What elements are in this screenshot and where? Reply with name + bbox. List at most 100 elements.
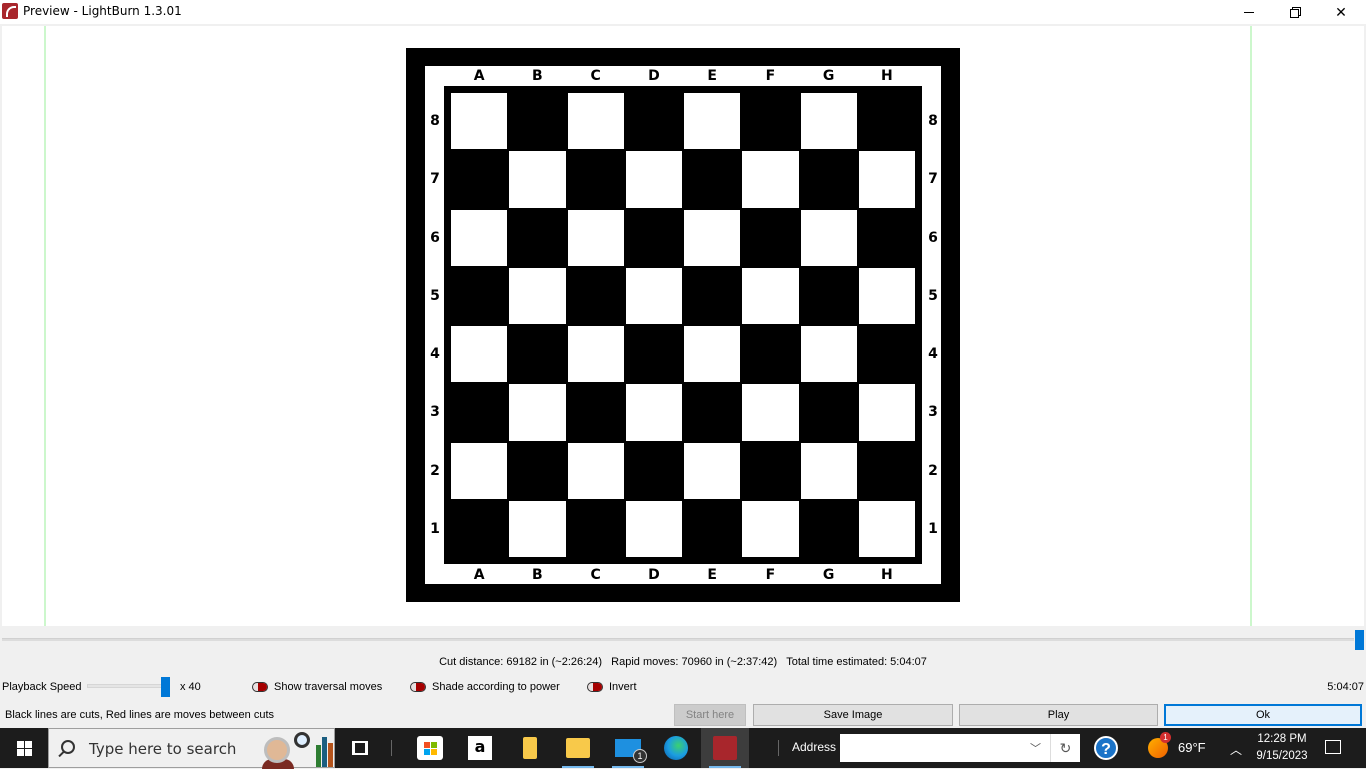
playback-position-slider[interactable] (2, 630, 1364, 650)
square-d6 (624, 208, 683, 267)
taskbar-separator (391, 740, 392, 756)
square-e2 (684, 442, 741, 499)
square-a4 (451, 326, 508, 383)
amazon-button[interactable]: a (456, 728, 504, 768)
minimize-button[interactable] (1226, 0, 1272, 24)
shade-according-to-power-label: Shade according to power (432, 681, 560, 693)
elapsed-time: 5:04:07 (1327, 681, 1364, 693)
square-c7 (566, 150, 625, 209)
legend-hint: Black lines are cuts, Red lines are move… (5, 709, 275, 721)
windows-logo-icon (16, 740, 32, 756)
lightburn-icon (713, 736, 737, 760)
file-explorer-button[interactable] (554, 728, 602, 768)
rank-label-right: 4 (928, 346, 938, 363)
rank-label-right: 1 (928, 520, 938, 537)
square-f6 (741, 208, 800, 267)
square-c5 (566, 266, 625, 325)
microsoft-store-icon (417, 736, 443, 760)
restore-button[interactable] (1272, 0, 1318, 24)
notification-center-icon[interactable] (1325, 740, 1341, 754)
square-h7 (858, 151, 915, 208)
square-a8 (451, 93, 508, 150)
square-d7 (625, 151, 682, 208)
chevron-down-icon[interactable]: ﹀ (1030, 740, 1041, 756)
file-label-bottom: H (881, 567, 893, 583)
square-d3 (625, 384, 682, 441)
square-a5 (450, 266, 509, 325)
refresh-icon[interactable]: ↻ (1050, 734, 1080, 762)
square-h1 (858, 500, 915, 557)
square-b8 (508, 92, 567, 151)
playback-speed-label: Playback Speed (2, 681, 82, 693)
microsoft-store-button[interactable] (406, 728, 454, 768)
ok-button[interactable]: Ok (1164, 704, 1362, 726)
square-e7 (683, 150, 742, 209)
file-label-top: D (648, 68, 660, 84)
play-button[interactable]: Play (959, 704, 1158, 726)
weather-temperature[interactable]: 69°F (1178, 740, 1206, 755)
square-g6 (800, 209, 857, 266)
preview-canvas[interactable]: A A B B C C D D E E F F G G H H 8 8 7 7 6 6 5 5 4 4 3 3 2 2 1 1 (2, 26, 1364, 626)
rank-label-left: 1 (430, 520, 440, 537)
toggle-switch-icon[interactable] (252, 682, 268, 692)
cut-distance: Cut distance: 69182 in (~2:26:24) (439, 656, 603, 668)
show-traversal-moves-toggle[interactable]: Show traversal moves (252, 681, 382, 693)
rank-label-right: 5 (928, 287, 938, 304)
mail-button[interactable]: 1 (604, 728, 652, 768)
rank-label-right: 6 (928, 229, 938, 246)
clock-time: 12:28 PM (1257, 733, 1307, 745)
square-d5 (625, 267, 682, 324)
square-b5 (509, 267, 566, 324)
file-label-bottom: C (590, 567, 601, 583)
task-view-button[interactable] (336, 728, 384, 768)
close-button[interactable]: ✕ (1318, 0, 1364, 24)
square-b7 (509, 151, 566, 208)
square-a2 (451, 442, 508, 499)
playback-position-handle[interactable] (1355, 630, 1364, 650)
square-e8 (684, 93, 741, 150)
chevron-up-icon[interactable]: ︿ (1230, 741, 1242, 758)
start-button[interactable] (0, 728, 48, 768)
system-clock[interactable]: 12:28 PM 9/15/2023 (1250, 731, 1314, 765)
toggle-switch-icon[interactable] (410, 682, 426, 692)
taskbar-search-box[interactable]: Type here to search (48, 728, 335, 769)
square-c6 (567, 209, 624, 266)
rank-label-left: 7 (430, 171, 440, 188)
square-a1 (450, 499, 509, 558)
edge-button[interactable] (652, 728, 700, 768)
mail-badge: 1 (633, 749, 647, 763)
playback-position-track (2, 638, 1354, 641)
square-h4 (857, 325, 916, 384)
shade-according-to-power-toggle[interactable]: Shade according to power (410, 681, 560, 693)
square-a6 (451, 209, 508, 266)
square-b4 (508, 325, 567, 384)
toggle-switch-icon[interactable] (587, 682, 603, 692)
rank-label-left: 5 (430, 287, 440, 304)
square-d4 (624, 325, 683, 384)
preview-window: Preview - LightBurn 1.3.01 ✕ A A B B C C D D E E F… (0, 0, 1366, 728)
onedrive-folder-button[interactable] (506, 728, 554, 768)
lightburn-taskbar-button[interactable] (701, 728, 749, 768)
square-h2 (857, 441, 916, 500)
weather-icon[interactable]: 1 (1148, 732, 1171, 758)
address-input[interactable]: ﹀ ↻ (840, 734, 1080, 762)
rank-label-left: 3 (430, 404, 440, 421)
square-a3 (450, 383, 509, 442)
file-label-top: F (765, 68, 776, 84)
square-e6 (684, 209, 741, 266)
chessboard-grid (450, 92, 916, 558)
file-label-bottom: G (822, 567, 835, 583)
square-e3 (683, 383, 742, 442)
playback-speed-slider[interactable] (87, 677, 172, 697)
playback-speed-value: x 40 (180, 681, 201, 693)
square-g7 (799, 150, 858, 209)
address-toolbar-label: Address (792, 740, 837, 754)
total-time-estimated: Total time estimated: 5:04:07 (786, 656, 927, 668)
save-image-button[interactable]: Save Image (753, 704, 953, 726)
square-f8 (741, 92, 800, 151)
playback-speed-handle[interactable] (160, 677, 170, 697)
search-placeholder: Type here to search (89, 740, 237, 758)
start-here-button[interactable]: Start here (674, 704, 746, 726)
invert-toggle[interactable]: Invert (587, 681, 637, 693)
help-icon[interactable]: ? (1094, 736, 1118, 760)
